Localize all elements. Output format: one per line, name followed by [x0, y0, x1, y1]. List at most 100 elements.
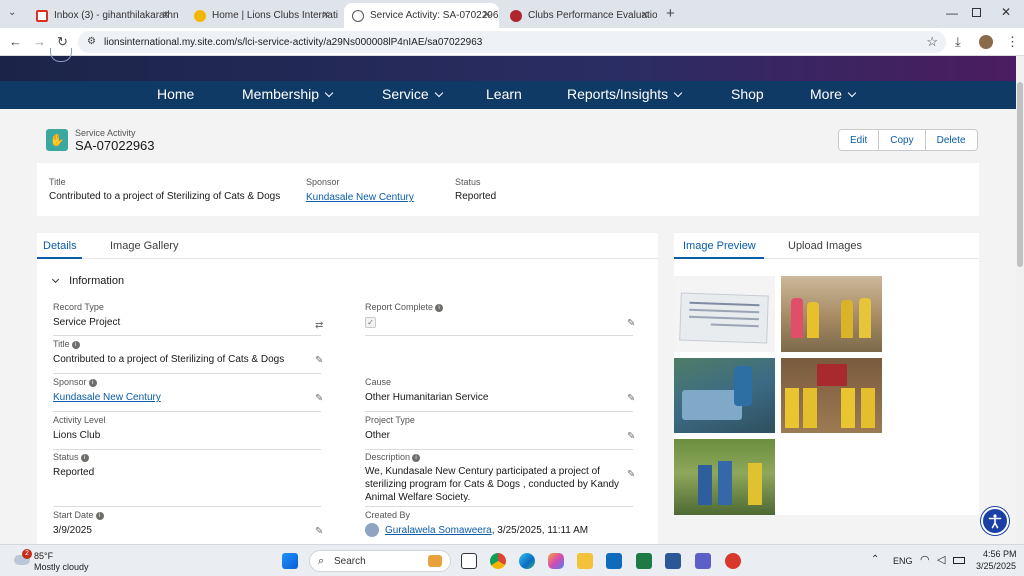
- pencil-icon[interactable]: ✎: [627, 393, 637, 404]
- info-icon[interactable]: i: [412, 454, 421, 462]
- field-label: Description: [365, 452, 411, 462]
- sponsor-link[interactable]: Kundasale New Century: [53, 392, 161, 403]
- created-by-user-link[interactable]: Guralawela Somaweera: [385, 525, 492, 536]
- nav-label: Service: [382, 86, 429, 102]
- task-view-icon[interactable]: [461, 553, 477, 569]
- pencil-icon[interactable]: ✎: [315, 526, 325, 537]
- site-settings-icon[interactable]: ⚙: [87, 36, 96, 47]
- profile-avatar[interactable]: [979, 35, 993, 49]
- battery-icon[interactable]: [953, 557, 965, 564]
- new-tab-button[interactable]: +: [666, 5, 675, 22]
- copilot-icon[interactable]: [548, 553, 564, 569]
- back-arrow-icon[interactable]: ←: [9, 34, 22, 49]
- clock-date[interactable]: 3/25/2025: [976, 561, 1016, 571]
- close-icon[interactable]: ✕: [483, 10, 491, 21]
- restore-icon[interactable]: [972, 8, 981, 17]
- field-label: Start Date: [53, 510, 94, 520]
- field-label: Cause: [365, 377, 392, 387]
- forward-arrow-icon[interactable]: →: [33, 34, 46, 49]
- windows-taskbar: 2 85°F Mostly cloudy ⌕ Search ⌃ ENG ◠ ◁ …: [0, 544, 1024, 576]
- nav-label: Home: [157, 86, 195, 102]
- browser-menu-icon[interactable]: ⋮: [1006, 34, 1019, 50]
- word-icon[interactable]: [665, 553, 681, 569]
- report-complete-checkbox[interactable]: ✓: [365, 317, 376, 328]
- browser-tab-clubs-performance[interactable]: Clubs Performance Evaluation S ✕: [502, 3, 657, 28]
- nav-membership[interactable]: Membership: [242, 86, 334, 102]
- pencil-icon[interactable]: ✎: [627, 469, 637, 480]
- wps-icon[interactable]: [725, 553, 741, 569]
- file-explorer-icon[interactable]: [577, 553, 593, 569]
- clock-time[interactable]: 4:56 PM: [983, 549, 1017, 559]
- preview-image-receipt[interactable]: [674, 276, 775, 352]
- taskbar-search[interactable]: ⌕ Search: [309, 550, 451, 572]
- wifi-icon[interactable]: ◠: [920, 553, 930, 566]
- close-icon[interactable]: ✕: [322, 10, 330, 21]
- close-icon[interactable]: ✕: [641, 10, 649, 21]
- outlook-icon[interactable]: [606, 553, 622, 569]
- pencil-icon[interactable]: ✎: [315, 393, 325, 404]
- download-icon[interactable]: ⤓: [955, 34, 961, 50]
- preview-image-group-banner[interactable]: [781, 358, 882, 433]
- windows-start-icon[interactable]: [282, 553, 298, 569]
- copy-button[interactable]: Copy: [879, 130, 926, 150]
- nav-learn[interactable]: Learn: [486, 86, 522, 102]
- teams-icon[interactable]: [695, 553, 711, 569]
- browser-tab-gmail[interactable]: Inbox (3) - gihanthilakarathne0 ✕: [28, 3, 178, 28]
- page-scrollbar[interactable]: [1016, 56, 1024, 544]
- delete-button[interactable]: Delete: [925, 130, 977, 150]
- change-record-type-icon[interactable]: ⇄: [315, 320, 325, 331]
- info-icon[interactable]: i: [88, 379, 97, 387]
- field-report-complete: Report Complete i ✓ ✎: [365, 302, 635, 337]
- close-icon[interactable]: ✕: [162, 10, 170, 21]
- info-icon[interactable]: i: [95, 512, 104, 520]
- info-icon[interactable]: i: [71, 341, 80, 349]
- pencil-icon[interactable]: ✎: [627, 318, 637, 329]
- field-divider: [53, 411, 321, 412]
- tab-details[interactable]: Details: [43, 240, 77, 252]
- info-icon[interactable]: i: [80, 454, 89, 462]
- weather-widget[interactable]: 2 85°F Mostly cloudy: [12, 549, 102, 573]
- edit-button[interactable]: Edit: [839, 130, 880, 150]
- nav-more[interactable]: More: [810, 86, 857, 102]
- field-value: Contributed to a project of Sterilizing …: [53, 354, 285, 365]
- pencil-icon[interactable]: ✎: [627, 431, 637, 442]
- field-label: Title: [53, 339, 70, 349]
- tab-search-icon[interactable]: ⌄: [8, 7, 22, 21]
- nav-service[interactable]: Service: [382, 86, 443, 102]
- preview-image-group-outdoor[interactable]: [781, 276, 882, 352]
- page-title: SA-07022963: [75, 138, 155, 153]
- bookmark-star-icon[interactable]: ☆: [926, 34, 938, 50]
- lions-logo-icon[interactable]: [50, 48, 72, 62]
- input-language[interactable]: ENG: [893, 556, 913, 566]
- field-label: Report Complete: [365, 302, 434, 312]
- browser-tab-service-activity[interactable]: Service Activity: SA-07022963 ✕: [344, 3, 499, 28]
- info-icon[interactable]: i: [435, 304, 444, 312]
- close-window-icon[interactable]: ✕: [1001, 5, 1011, 19]
- nav-home[interactable]: Home: [157, 86, 194, 102]
- tab-upload-images[interactable]: Upload Images: [788, 240, 862, 252]
- highlight-sponsor-link[interactable]: Kundasale New Century: [306, 192, 414, 203]
- search-highlight-icon: [428, 555, 442, 567]
- excel-icon[interactable]: [636, 553, 652, 569]
- nav-reports-insights[interactable]: Reports/Insights: [567, 86, 683, 102]
- chrome-icon[interactable]: [490, 553, 506, 569]
- nav-shop[interactable]: Shop: [731, 86, 764, 102]
- edge-icon[interactable]: [519, 553, 535, 569]
- show-hidden-icons-chevron-up-icon[interactable]: ⌃: [871, 554, 879, 565]
- field-label: Status: [53, 452, 79, 462]
- pencil-icon[interactable]: ✎: [315, 355, 325, 366]
- url-field[interactable]: ⚙ lionsinternational.my.site.com/s/lci-s…: [78, 31, 946, 53]
- scrollbar-thumb[interactable]: [1017, 82, 1023, 267]
- browser-tab-lions-home[interactable]: Home | Lions Clubs Internationa ✕: [186, 3, 338, 28]
- tab-image-gallery[interactable]: Image Gallery: [110, 240, 178, 252]
- minimize-icon[interactable]: —: [946, 6, 958, 20]
- volume-icon[interactable]: ◁: [937, 553, 945, 566]
- globe-icon: [352, 9, 364, 22]
- preview-image-surgery[interactable]: [674, 358, 775, 433]
- section-header-information[interactable]: Information: [51, 275, 124, 287]
- accessibility-button[interactable]: [981, 507, 1009, 535]
- preview-image-volunteers[interactable]: [674, 439, 775, 515]
- highlight-status-label: Status: [455, 177, 481, 187]
- tab-image-preview[interactable]: Image Preview: [683, 240, 756, 252]
- highlight-title-value: Contributed to a project of Sterilizing …: [49, 191, 281, 202]
